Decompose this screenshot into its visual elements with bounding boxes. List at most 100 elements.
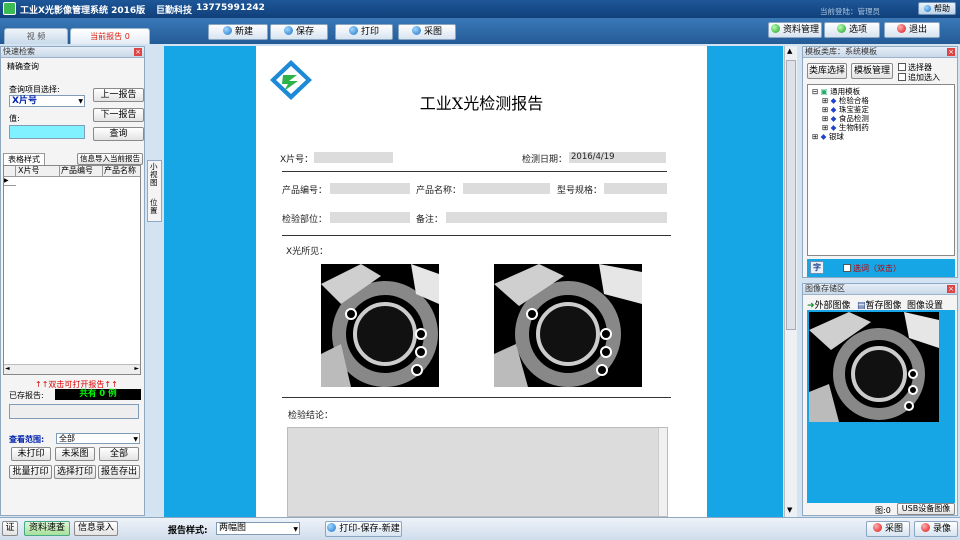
print-icon [327, 523, 337, 532]
tab-current-report[interactable]: 当前报告 0 [70, 28, 150, 44]
tab-small-view[interactable]: 小视图 [150, 163, 160, 187]
not-printed-button[interactable]: 未打印 [11, 447, 51, 461]
scroll-right-icon[interactable]: ► [134, 365, 139, 372]
toolbar-row: 视 频 当前报告 0 新建 保存 打印 采图 当前登陆：管理员 资料管理 选项 … [0, 7, 960, 44]
conclusion-field[interactable] [287, 427, 668, 517]
image-thumbnail[interactable] [809, 312, 939, 422]
info-entry-button[interactable]: 信息录入 [74, 521, 118, 536]
date-field[interactable]: 2016/4/19 [569, 152, 666, 163]
scroll-left-icon[interactable]: ◄ [5, 365, 10, 372]
record-button[interactable]: 录像 [914, 521, 958, 537]
value-label: 值: [9, 114, 20, 123]
folder-icon: ◆ [830, 105, 837, 114]
scroll-up-icon[interactable]: ▲ [787, 47, 792, 55]
query-item-select[interactable]: X片号 ▼ [9, 95, 85, 107]
close-icon[interactable]: × [134, 48, 142, 56]
bottom-capture-button[interactable]: 采图 [866, 521, 910, 537]
document-scrollbar[interactable]: ▲ ▼ [784, 46, 797, 517]
data-manage-icon [770, 24, 780, 33]
row-pointer-icon: ▶ [4, 177, 16, 186]
report-export-button[interactable]: 报告存出 [98, 465, 140, 479]
company-name: 巨勤科技 [156, 6, 193, 16]
print-save-new-button[interactable]: 打印-保存-新建 [325, 521, 402, 537]
chevron-down-icon: ▼ [293, 526, 298, 533]
folder-icon: ◆ [820, 132, 827, 141]
scroll-down-icon[interactable]: ▼ [787, 506, 792, 514]
font-icon[interactable]: 字 [810, 261, 824, 274]
not-captured-button[interactable]: 未采图 [55, 447, 95, 461]
template-manage-button[interactable]: 模板管理 [851, 63, 893, 79]
login-status: 当前登陆：管理员 [820, 7, 880, 16]
library-select-button[interactable]: 类库选择 [807, 63, 847, 79]
chevron-down-icon: ▼ [133, 436, 138, 443]
template-header: 模板类库：系统模板 × [803, 47, 957, 58]
quick-query-button[interactable]: 资料速查 [24, 521, 70, 536]
scroll-thumb[interactable] [786, 60, 796, 330]
new-button[interactable]: 新建 [208, 24, 268, 40]
product-name-label: 产品名称： [416, 186, 462, 196]
print-button[interactable]: 打印 [335, 24, 393, 40]
folder-icon: ◆ [830, 123, 837, 132]
record-icon [920, 523, 930, 532]
x-no-label: X片号： [280, 155, 314, 165]
options-button[interactable]: 选项 [824, 22, 880, 38]
folder-icon: ◆ [830, 96, 837, 105]
select-print-button[interactable]: 选择打印 [54, 465, 96, 479]
spec-field[interactable] [604, 183, 667, 194]
side-tab-strip: 小视图 位置 [147, 160, 162, 222]
query-value-input[interactable] [9, 125, 85, 139]
tab-video[interactable]: 视 频 [4, 28, 68, 44]
query-button[interactable]: 查询 [93, 127, 144, 141]
usb-image-button[interactable]: USB设备图像 [897, 503, 955, 515]
image-count: 图:0 [875, 506, 891, 515]
quick-search-header: 快速检索 × [1, 47, 144, 58]
exit-button[interactable]: 退出 [884, 22, 940, 38]
save-button[interactable]: 保存 [270, 24, 328, 40]
bottom-bar: 证 资料速查 信息录入 报告样式: 两幅图 ▼ 打印-保存-新建 采图 录像 [0, 517, 960, 540]
capture-button[interactable]: 采图 [398, 24, 456, 40]
range-select[interactable]: 全部 ▼ [56, 433, 140, 444]
append-checkbox[interactable]: 追加选入 [898, 72, 940, 83]
checkbox-icon [898, 63, 906, 71]
close-icon[interactable]: × [947, 48, 955, 56]
table-style-tab[interactable]: 表格样式 [3, 153, 45, 165]
next-report-button[interactable]: 下一报告 [93, 108, 144, 122]
tree-node-silver[interactable]: ⊞ ◆ 银球 [812, 132, 844, 142]
document-canvas: 工业X光检测报告 X片号： 检测日期： 2016/4/19 产品编号： 产品名称… [164, 46, 783, 517]
select-word-checkbox[interactable]: 选词（双击） [843, 263, 901, 274]
image-storage-header: 图像存储区 × [803, 284, 957, 295]
xray-image-right[interactable] [494, 264, 642, 387]
part-field[interactable] [330, 212, 410, 223]
divider [282, 397, 671, 398]
report-title: 工业X光检测报告 [419, 94, 544, 113]
results-table[interactable]: X片号 产品编号 产品名称 ▶ ◄ ► [3, 165, 141, 375]
image-thumbnail-area [807, 310, 955, 503]
product-no-field[interactable] [330, 183, 410, 194]
batch-print-button[interactable]: 批量打印 [9, 465, 52, 479]
tab-position[interactable]: 位置 [150, 199, 160, 215]
template-tree[interactable]: ⊟ ▣ 通用模板 ⊞ ◆ 检验合格 ⊞ ◆ 珠宝鉴定 ⊞ ◆ 食品检测 ⊞ ◆ … [807, 84, 955, 256]
conclusion-scrollbar[interactable] [658, 428, 667, 516]
folder-icon: ◆ [830, 114, 837, 123]
saved-count: 共有 0 例 [55, 389, 141, 400]
title-bar: 工业X光影像管理系统 2016版 巨勤科技 13775991242 帮助 [0, 0, 960, 18]
save-icon [283, 26, 293, 35]
exact-query-label: 精确查询 [7, 62, 39, 71]
close-icon[interactable]: × [947, 285, 955, 293]
spec-label: 型号规格： [557, 186, 603, 196]
help-button[interactable]: 帮助 [918, 2, 956, 15]
product-no-label: 产品编号： [282, 186, 328, 196]
data-manage-button[interactable]: 资料管理 [768, 22, 822, 38]
product-name-field[interactable] [463, 183, 550, 194]
prev-report-button[interactable]: 上一报告 [93, 88, 144, 102]
horizontal-scrollbar[interactable]: ◄ ► [4, 364, 140, 374]
remark-field[interactable] [446, 212, 667, 223]
all-button[interactable]: 全部 [99, 447, 139, 461]
findings-label: X光所见： [286, 247, 329, 257]
xray-image-left[interactable] [321, 264, 439, 387]
import-info-button[interactable]: 信息导入当前报告 [77, 153, 143, 165]
x-no-field[interactable] [314, 152, 393, 163]
cert-button[interactable]: 证 [2, 521, 18, 536]
help-icon [924, 5, 931, 12]
report-style-select[interactable]: 两幅图 ▼ [216, 522, 300, 535]
